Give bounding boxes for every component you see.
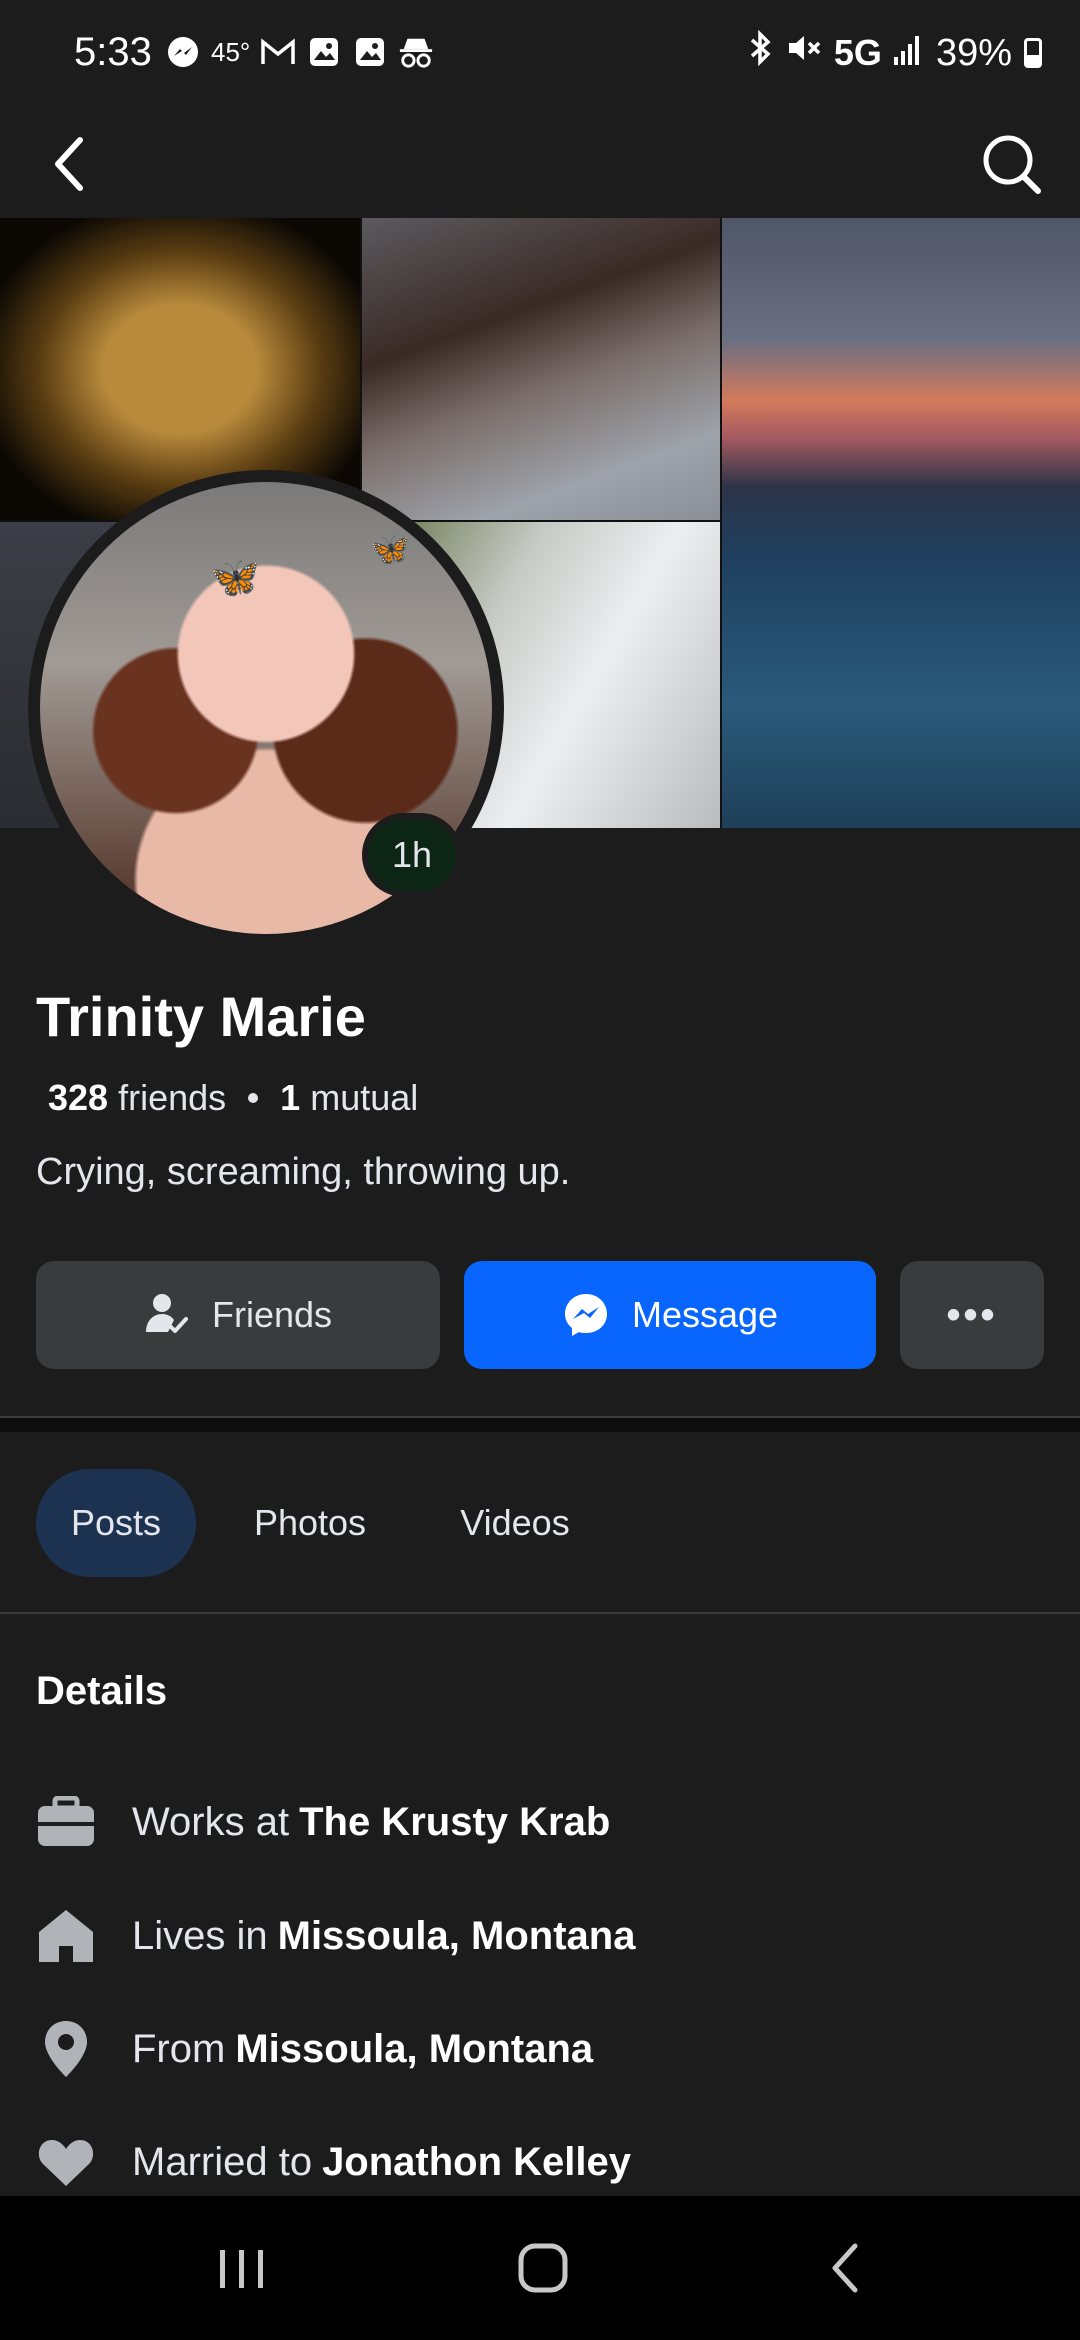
heart-icon [36, 2132, 96, 2192]
search-button[interactable] [970, 124, 1050, 204]
detail-from: From Missoula, Montana [36, 2009, 593, 2089]
messenger-icon [165, 34, 201, 70]
system-nav-bar [0, 2196, 1080, 2340]
more-icon: ••• [946, 1292, 998, 1337]
top-navigation [0, 110, 1080, 218]
tab-videos[interactable]: Videos [440, 1469, 590, 1577]
search-icon [983, 135, 1041, 194]
signal-icon [893, 32, 924, 75]
friend-check-icon [145, 1294, 188, 1333]
mutual-label: mutual [310, 1077, 419, 1118]
detail-work: Works at The Krusty Krab [36, 1782, 610, 1862]
friends-count: 328 [48, 1077, 109, 1118]
friends-summary[interactable]: 328 friends 1 mutual [48, 1077, 418, 1119]
status-left-icons: 45° [165, 34, 434, 70]
profile-name: Trinity Marie [36, 985, 366, 1048]
gallery-icon [306, 34, 342, 70]
butterfly-icon: 🦋 [370, 531, 410, 567]
detail-lives: Lives in Missoula, Montana [36, 1896, 635, 1976]
profile-bio: Crying, screaming, throwing up. [36, 1151, 571, 1193]
detail-from-prefix: From [132, 2026, 226, 2071]
system-back-button[interactable] [800, 2226, 890, 2310]
status-bar: 5:33 45° 5G 39% [0, 0, 1080, 110]
gallery-icon [352, 34, 388, 70]
separator-dot [248, 1093, 259, 1103]
friends-label: friends [118, 1077, 227, 1118]
battery-icon [1024, 38, 1042, 68]
detail-work-prefix: Works at [132, 1799, 290, 1844]
briefcase-icon [36, 1792, 96, 1852]
cover-tile-cat [362, 218, 720, 520]
status-right-icons: 5G 39% [748, 29, 1042, 76]
chevron-left-icon [55, 137, 83, 191]
status-temperature: 45° [211, 36, 251, 67]
home-icon [36, 1906, 96, 1966]
divider [0, 1612, 1080, 1614]
messenger-icon [564, 1294, 607, 1336]
friends-button-label: Friends [211, 1294, 333, 1335]
tab-photos[interactable]: Photos [230, 1469, 390, 1577]
network-type: 5G [833, 32, 882, 73]
detail-from-value[interactable]: Missoula, Montana [235, 2027, 593, 2072]
detail-married-value[interactable]: Jonathon Kelley [322, 2140, 631, 2185]
details-heading: Details [36, 1669, 168, 1713]
incognito-icon [398, 34, 434, 70]
gmail-icon [260, 34, 296, 70]
status-time: 5:33 [74, 30, 152, 74]
location-pin-icon [36, 2019, 96, 2079]
more-options-button[interactable]: ••• [900, 1261, 1044, 1369]
detail-married: Married to Jonathon Kelley [36, 2122, 631, 2202]
bluetooth-icon [748, 29, 774, 76]
back-button[interactable] [46, 124, 126, 204]
message-button[interactable]: Message [464, 1261, 876, 1369]
tab-posts[interactable]: Posts [36, 1469, 196, 1577]
home-button-icon [518, 2243, 568, 2293]
battery-level: 39% [935, 31, 1012, 74]
story-badge[interactable]: 1h [362, 813, 462, 897]
recent-apps-icon [220, 2250, 263, 2288]
butterfly-icon: 🦋 [210, 556, 260, 600]
back-icon [832, 2243, 858, 2293]
section-gap [0, 1418, 1080, 1432]
message-button-label: Message [631, 1294, 779, 1335]
detail-lives-value[interactable]: Missoula, Montana [278, 1914, 636, 1959]
detail-married-prefix: Married to [132, 2139, 313, 2184]
cover-tile-sunset [722, 218, 1080, 828]
home-button[interactable] [498, 2226, 588, 2310]
mutual-count: 1 [280, 1077, 301, 1118]
mute-icon [786, 31, 822, 75]
recent-apps-button[interactable] [196, 2226, 286, 2310]
detail-lives-prefix: Lives in [132, 1913, 268, 1958]
friends-button[interactable]: Friends [36, 1261, 440, 1369]
detail-work-value[interactable]: The Krusty Krab [299, 1800, 610, 1845]
